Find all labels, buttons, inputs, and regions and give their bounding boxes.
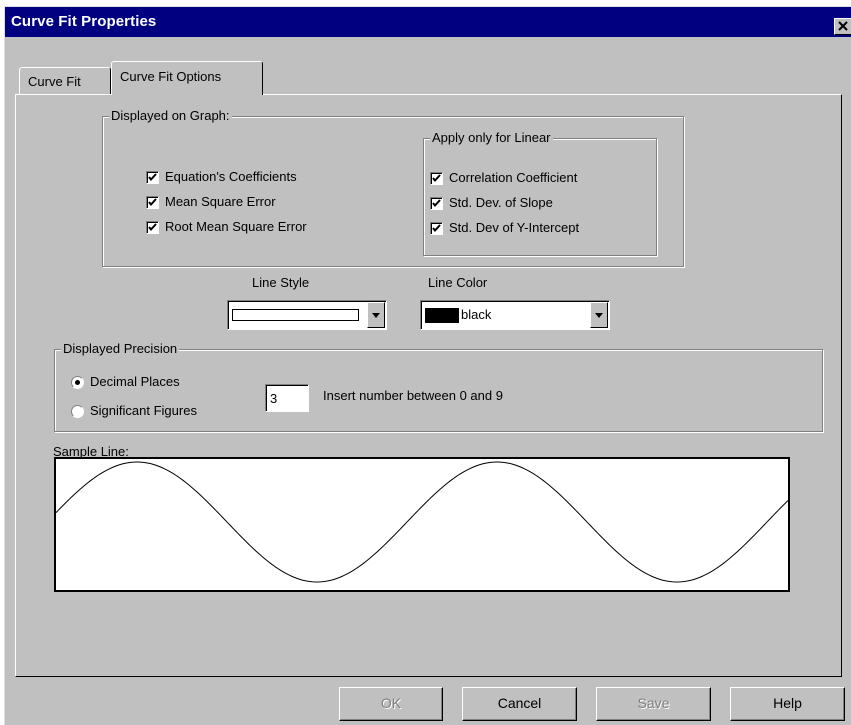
checkbox-label: Std. Dev of Y-Intercept xyxy=(449,220,580,235)
checkbox-label: Root Mean Square Error xyxy=(165,219,307,234)
checkbox-label: Equation's Coefficients xyxy=(165,169,297,184)
check-icon xyxy=(148,173,157,182)
checkbox-label: Mean Square Error xyxy=(165,194,276,209)
displayed-on-graph-group: Displayed on Graph: Equation's Coefficie… xyxy=(102,108,684,267)
title-bar: Curve Fit Properties xyxy=(5,7,851,37)
displayed-precision-label: Displayed Precision xyxy=(61,341,180,356)
help-button[interactable]: Help xyxy=(730,687,845,721)
checkbox-box[interactable] xyxy=(430,197,443,210)
radio-circle[interactable] xyxy=(71,376,84,389)
check-icon xyxy=(148,223,157,232)
tab-curve-fit-label: Curve Fit xyxy=(28,74,81,89)
checkbox-box[interactable] xyxy=(430,172,443,185)
displayed-on-graph-label: Displayed on Graph: xyxy=(109,108,232,123)
tab-curve-fit-options-label: Curve Fit Options xyxy=(120,69,222,84)
line-color-dropdown[interactable]: black xyxy=(420,300,610,330)
precision-hint: Insert number between 0 and 9 xyxy=(323,388,503,403)
checkbox-box[interactable] xyxy=(146,171,159,184)
radio-label: Decimal Places xyxy=(90,374,180,389)
ok-button[interactable]: OK xyxy=(339,687,443,721)
save-button[interactable]: Save xyxy=(596,687,711,721)
sample-line-path xyxy=(55,461,789,583)
tab-curve-fit-options[interactable]: Curve Fit Options xyxy=(111,61,263,95)
apply-linear-group: Apply only for Linear Correlation Coeffi… xyxy=(423,130,657,256)
cancel-button[interactable]: Cancel xyxy=(462,687,577,721)
check-icon xyxy=(432,224,441,233)
line-style-dropdown[interactable] xyxy=(227,300,387,330)
precision-number-input[interactable] xyxy=(265,384,309,412)
displayed-precision-group: Displayed Precision Decimal Places Signi… xyxy=(54,341,823,432)
checkbox-label: Correlation Coefficient xyxy=(449,170,578,185)
check-icon xyxy=(432,199,441,208)
check-icon xyxy=(148,198,157,207)
radio-dot xyxy=(75,380,80,385)
chevron-down-icon xyxy=(372,313,380,318)
check-icon xyxy=(432,174,441,183)
checkbox-box[interactable] xyxy=(146,221,159,234)
line-color-label: Line Color xyxy=(428,275,488,290)
checkbox-box[interactable] xyxy=(146,196,159,209)
line-style-label: Line Style xyxy=(252,275,310,290)
sample-sine-wave xyxy=(55,461,789,583)
tab-curve-fit[interactable]: Curve Fit xyxy=(19,67,111,94)
line-color-value: black xyxy=(461,307,492,322)
close-button[interactable] xyxy=(834,18,851,35)
radio-circle[interactable] xyxy=(71,405,84,418)
line-color-dropdown-button[interactable] xyxy=(590,302,608,328)
checkbox-label: Std. Dev. of Slope xyxy=(449,195,553,210)
chevron-down-icon xyxy=(595,313,603,318)
line-style-dropdown-button[interactable] xyxy=(367,302,385,328)
line-color-swatch xyxy=(425,308,459,323)
sample-line-preview xyxy=(54,457,790,592)
window-title: Curve Fit Properties xyxy=(11,13,157,30)
curve-fit-properties-dialog: Curve Fit Properties Curve Fit Curve Fit… xyxy=(4,6,851,725)
line-style-swatch xyxy=(232,309,359,321)
radio-label: Significant Figures xyxy=(90,403,197,418)
checkbox-box[interactable] xyxy=(430,222,443,235)
close-icon xyxy=(838,21,848,31)
apply-linear-label: Apply only for Linear xyxy=(430,130,553,145)
